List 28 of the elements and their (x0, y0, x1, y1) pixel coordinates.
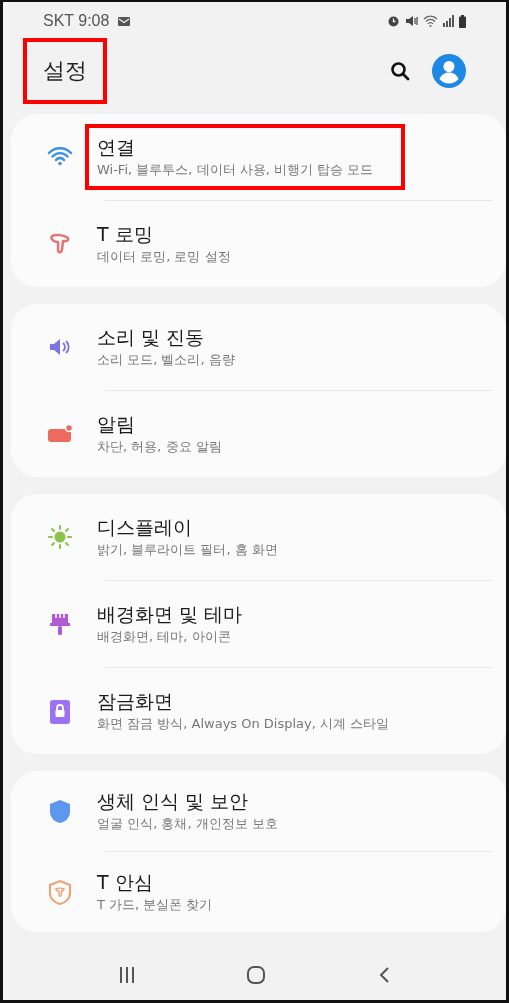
sun-icon (47, 524, 73, 550)
settings-item[interactable]: 소리 및 진동 소리 모드, 벨소리, 음량 (85, 314, 267, 380)
lock-icon (47, 698, 73, 724)
message-icon (117, 15, 132, 27)
settings-item[interactable]: 생체 인식 및 보안 얼굴 인식, 홍채, 개인정보 보호 (85, 778, 310, 844)
page-title: 설정 (23, 38, 107, 104)
profile-button[interactable] (432, 54, 466, 88)
settings-item[interactable]: T 안심 T 가드, 분실폰 찾기 (85, 859, 245, 925)
paintbrush-icon (47, 611, 73, 637)
shield-logo-icon (47, 879, 73, 905)
search-button[interactable] (390, 61, 410, 81)
avatar-icon (432, 54, 466, 88)
recents-icon[interactable] (118, 966, 135, 984)
status-carrier-time: SKT 9:08 (43, 12, 110, 30)
battery-icon (459, 14, 466, 28)
search-icon (390, 61, 410, 81)
alarm-icon (387, 15, 400, 27)
shield-icon (47, 798, 73, 824)
home-icon[interactable] (246, 965, 267, 985)
wifi-signal-icon (423, 15, 438, 27)
settings-item[interactable]: T 로밍 데이터 로밍, 로밍 설정 (85, 211, 263, 277)
back-icon[interactable] (378, 966, 391, 984)
signal-icon (443, 15, 454, 27)
settings-item[interactable]: 디스플레이 밝기, 블루라이트 필터, 홈 화면 (85, 504, 310, 570)
settings-item[interactable]: 연결 Wi-Fi, 블루투스, 데이터 사용, 비행기 탑승 모드 (85, 124, 406, 190)
settings-item[interactable]: 알림 차단, 허용, 중요 알림 (85, 401, 254, 467)
settings-item[interactable]: 배경화면 및 테마 배경화면, 테마, 아이콘 (85, 591, 275, 657)
settings-item[interactable]: 잠금화면 화면 잠금 방식, Always On Display, 시계 스타일 (85, 678, 422, 744)
